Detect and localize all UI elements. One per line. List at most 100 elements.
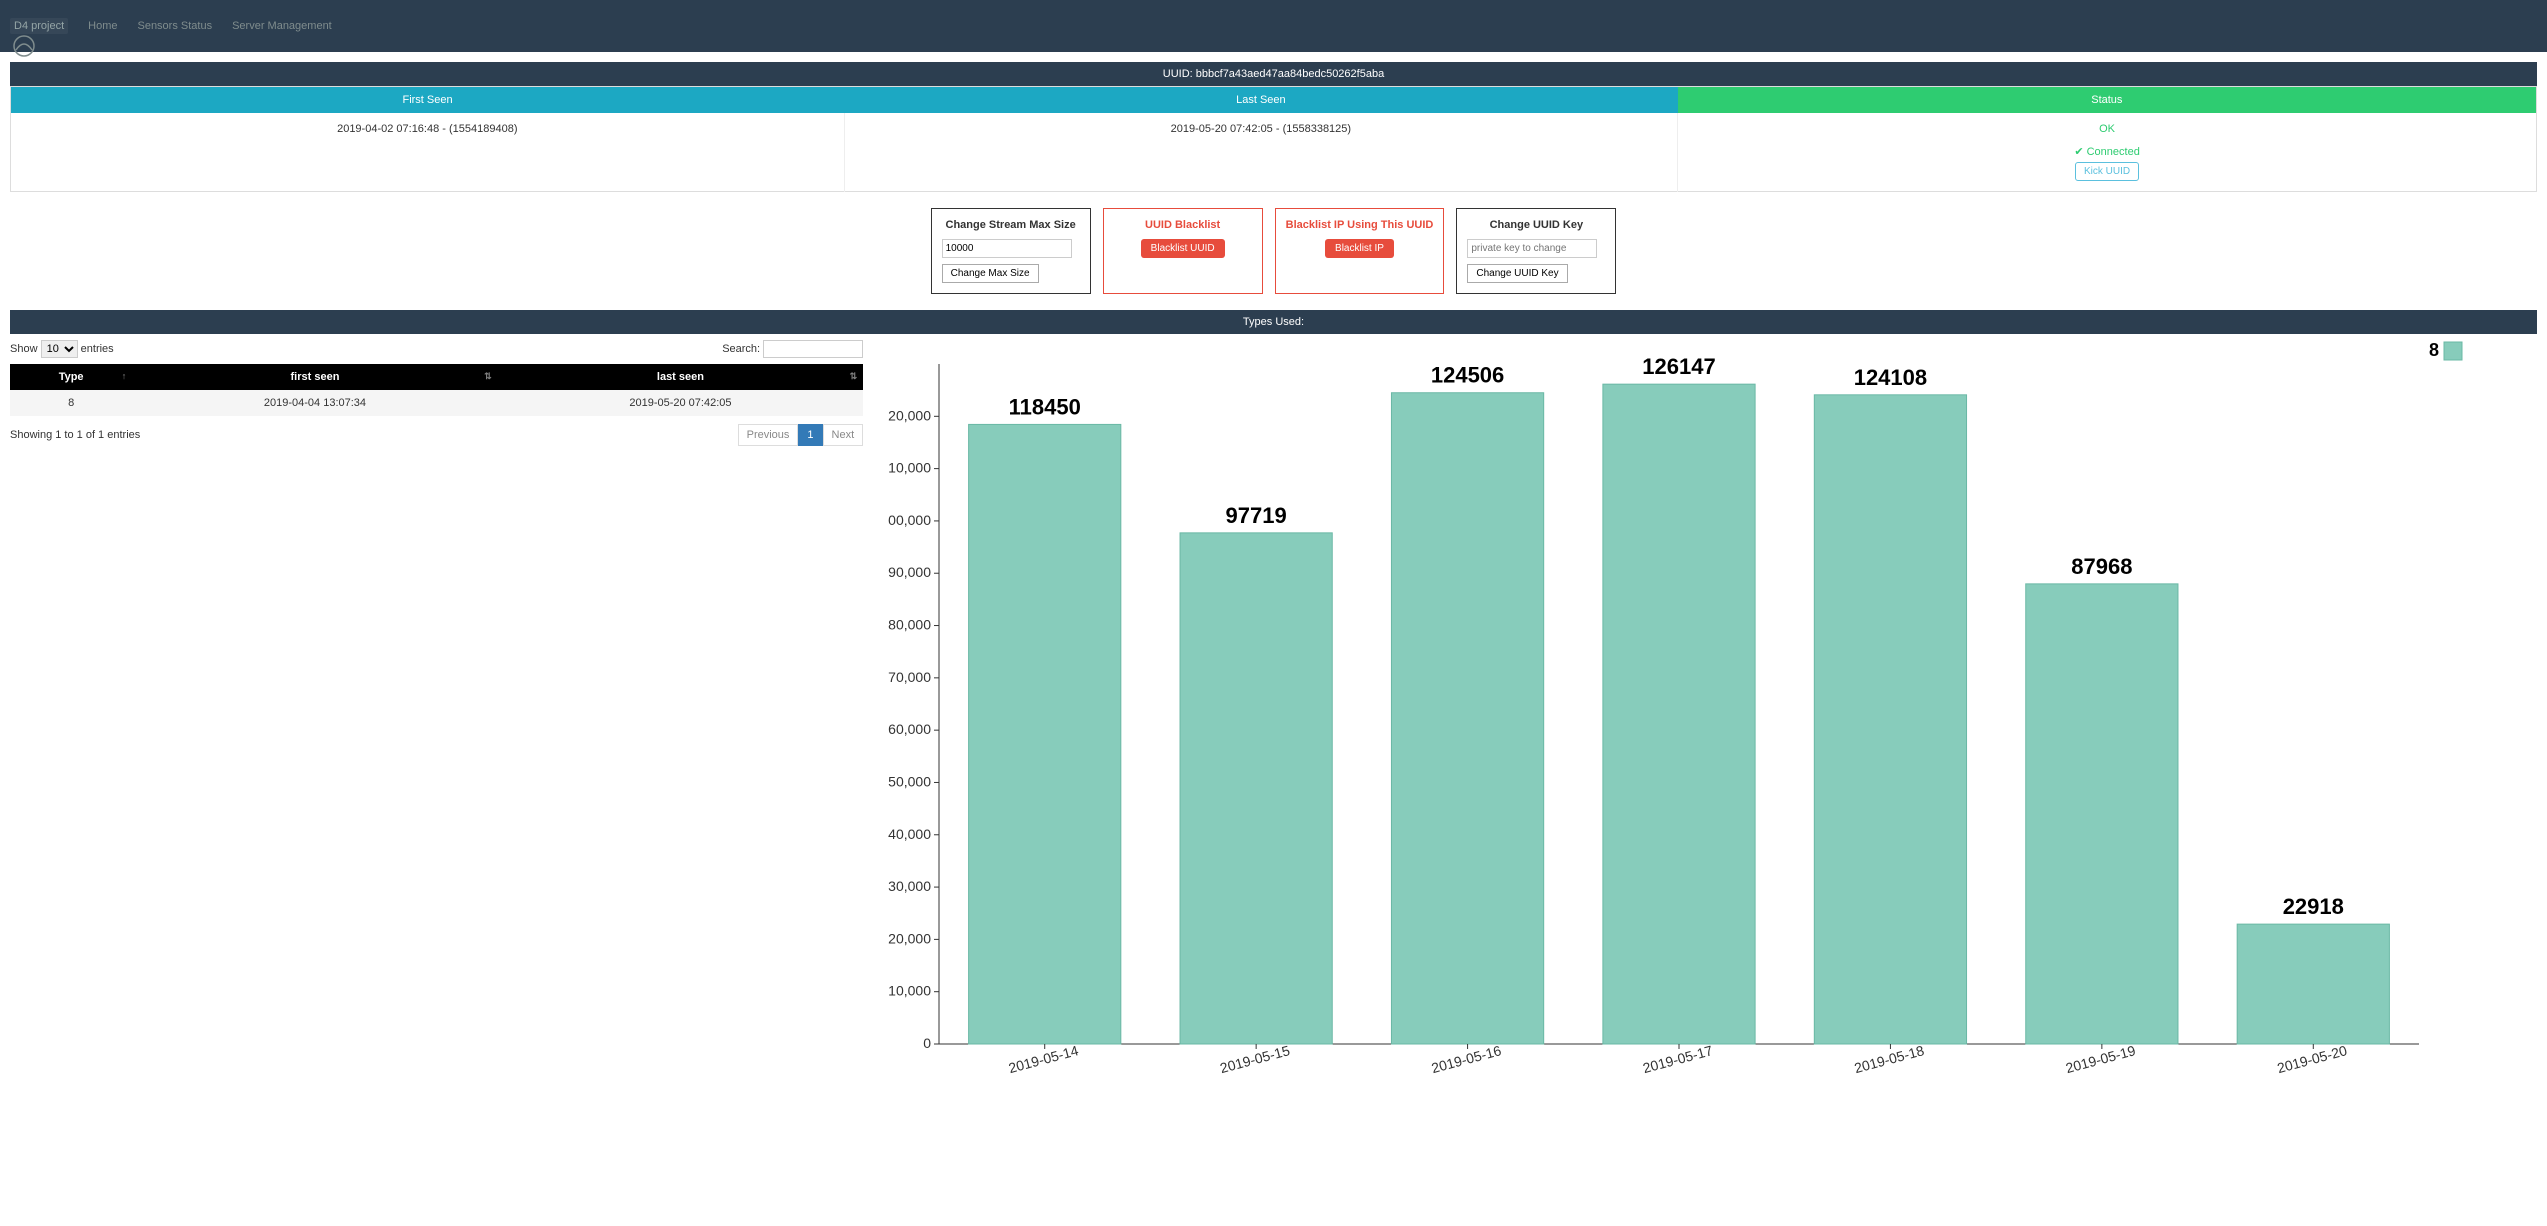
svg-text:126147: 126147 [1642,354,1715,379]
svg-text:2019-05-17: 2019-05-17 [1641,1042,1715,1076]
navbar: D4 project Home Sensors Status Server Ma… [0,0,2547,52]
col-last-seen[interactable]: last seen ⇅ [498,364,863,390]
svg-text:124506: 124506 [1431,363,1504,388]
cell-last-seen: 2019-05-20 07:42:05 [498,390,863,416]
card-uuid-key: Change UUID Key Change UUID Key [1456,208,1616,294]
search-input[interactable] [763,340,863,358]
svg-text:97719: 97719 [1226,503,1287,528]
max-size-input[interactable] [942,239,1072,258]
brand-logo-icon [10,32,38,60]
first-seen-header: First Seen [11,87,845,114]
bar-3[interactable] [1603,384,1755,1044]
entries-label: entries [81,343,114,355]
svg-text:20,000: 20,000 [888,930,931,946]
sort-icon: ⇅ [484,371,492,382]
legend-swatch [2444,342,2462,360]
cards-row: Change Stream Max Size Change Max Size U… [10,208,2537,294]
svg-text:10,000: 10,000 [888,460,931,476]
kick-uuid-button[interactable]: Kick UUID [2075,162,2139,181]
data-table: Type ↑ first seen ⇅ last seen ⇅ 8 2019-04-0… [10,364,863,416]
card-max-size-title: Change Stream Max Size [942,219,1080,231]
bar-5[interactable] [2026,584,2178,1044]
check-circle-icon: ✔ [2074,146,2083,158]
svg-text:124108: 124108 [1854,365,1927,390]
dt-footer: Showing 1 to 1 of 1 entries Previous 1 N… [10,416,863,454]
svg-text:30,000: 30,000 [888,878,931,894]
svg-text:22918: 22918 [2283,894,2344,919]
svg-text:2019-05-20: 2019-05-20 [2276,1042,2350,1076]
nav-home[interactable]: Home [78,20,127,32]
col-first-seen-label: first seen [291,371,340,383]
col-type-label: Type [59,371,84,383]
svg-text:87968: 87968 [2071,554,2132,579]
svg-text:10,000: 10,000 [888,983,931,999]
card-ip-blacklist-title: Blacklist IP Using This UUID [1286,219,1434,231]
show-label: Show [10,343,38,355]
page-1-button[interactable]: 1 [798,424,822,446]
col-last-seen-label: last seen [657,371,704,383]
uuid-bar: UUID: bbbcf7a43aed47aa84bedc50262f5aba [10,62,2537,86]
sort-asc-icon: ↑ [122,371,127,381]
blacklist-uuid-button[interactable]: Blacklist UUID [1141,239,1225,258]
svg-text:8: 8 [2429,340,2439,360]
nav-sensors-status[interactable]: Sensors Status [127,20,222,32]
bar-0[interactable] [969,424,1121,1044]
last-seen-header: Last Seen [844,87,1678,114]
col-first-seen[interactable]: first seen ⇅ [132,364,497,390]
bar-4[interactable] [1814,395,1966,1044]
search-label: Search: [722,343,760,355]
chart-section: 0 10,000 20,000 30,000 40,000 50,000 60,000 70,… [869,334,2537,1107]
card-ip-blacklist: Blacklist IP Using This UUID Blacklist I… [1275,208,1445,294]
bar-1[interactable] [1180,533,1332,1044]
dt-controls: Show 10 entries Search: [10,334,863,364]
dt-info: Showing 1 to 1 of 1 entries [10,429,140,441]
card-uuid-blacklist: UUID Blacklist Blacklist UUID [1103,208,1263,294]
svg-text:50,000: 50,000 [888,773,931,789]
change-uuid-key-button[interactable]: Change UUID Key [1467,264,1567,283]
card-uuid-key-title: Change UUID Key [1467,219,1605,231]
status-ok-text: OK [2099,123,2115,135]
svg-text:118450: 118450 [1009,394,1081,419]
svg-text:70,000: 70,000 [888,669,931,685]
status-table: First Seen Last Seen Status 2019-04-02 0… [10,86,2537,192]
types-used-bar: Types Used: [10,310,2537,334]
svg-text:80,000: 80,000 [888,617,931,633]
card-uuid-blacklist-title: UUID Blacklist [1114,219,1252,231]
dt-search: Search: [722,340,863,358]
next-button[interactable]: Next [823,424,864,446]
uuid-key-input[interactable] [1467,239,1597,258]
cell-first-seen: 2019-04-04 13:07:34 [132,390,497,416]
table-section: Show 10 entries Search: Type ↑ first seen… [10,334,869,1107]
status-header: Status [1678,87,2537,114]
col-type[interactable]: Type ↑ [10,364,132,390]
blacklist-ip-button[interactable]: Blacklist IP [1325,239,1394,258]
brand-badge: D4 project [10,18,68,34]
sort-icon: ⇅ [850,371,858,382]
status-cell: OK ✔ Connected Kick UUID [1678,113,2537,192]
length-select[interactable]: 10 [41,340,78,358]
brand-text: D4 project [14,20,64,32]
svg-text:40,000: 40,000 [888,826,931,842]
status-connected: ✔ Connected [1688,145,2526,158]
table-row: 8 2019-04-04 13:07:34 2019-05-20 07:42:0… [10,390,863,416]
svg-text:2019-05-18: 2019-05-18 [1853,1042,1927,1076]
nav-server-management[interactable]: Server Management [222,20,342,32]
prev-button[interactable]: Previous [738,424,799,446]
svg-text:00,000: 00,000 [888,512,931,528]
last-seen-value: 2019-05-20 07:42:05 - (1558338125) [844,113,1678,192]
svg-text:2019-05-19: 2019-05-19 [2064,1042,2138,1076]
cell-type: 8 [10,390,132,416]
dt-length: Show 10 entries [10,340,114,358]
svg-text:2019-05-15: 2019-05-15 [1218,1042,1292,1076]
svg-text:60,000: 60,000 [888,721,931,737]
svg-text:20,000: 20,000 [888,407,931,423]
bar-2[interactable] [1392,393,1544,1044]
svg-text:0: 0 [923,1035,931,1051]
connected-text: Connected [2087,146,2140,158]
svg-text:2019-05-16: 2019-05-16 [1430,1042,1504,1076]
pagination: Previous 1 Next [738,424,864,446]
bar-chart: 0 10,000 20,000 30,000 40,000 50,000 60,000 70,… [869,334,2537,1104]
change-max-size-button[interactable]: Change Max Size [942,264,1039,283]
svg-text:2019-05-14: 2019-05-14 [1007,1042,1081,1076]
bar-6[interactable] [2237,924,2389,1044]
